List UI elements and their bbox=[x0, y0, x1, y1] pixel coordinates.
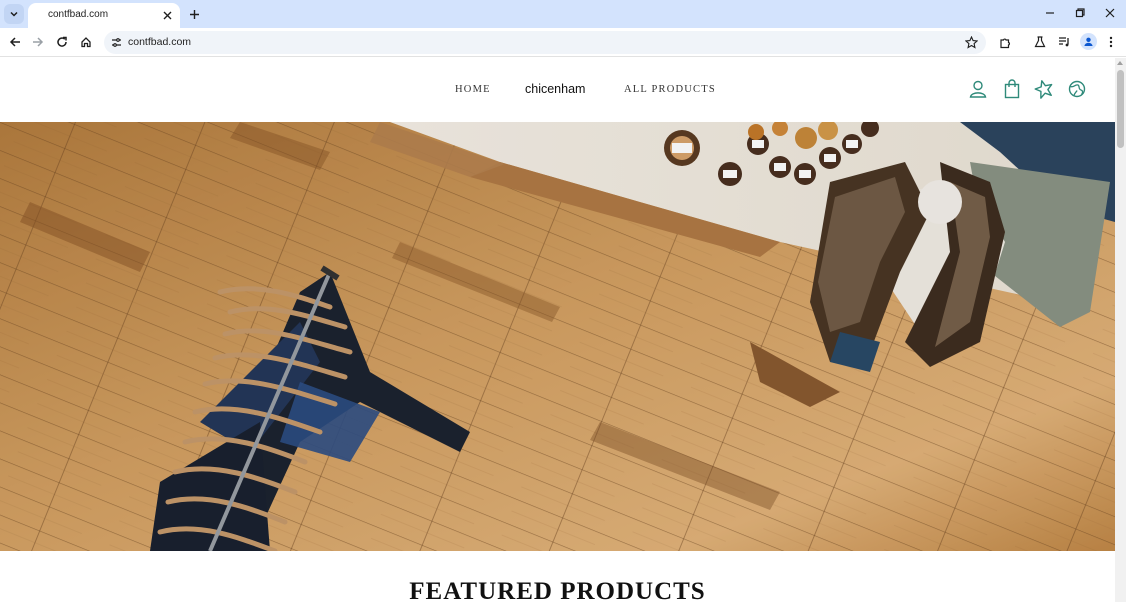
extensions-button[interactable] bbox=[994, 31, 1016, 53]
tab-search-button[interactable] bbox=[4, 4, 24, 24]
more-vertical-icon bbox=[1109, 36, 1113, 48]
tab-title: contfbad.com bbox=[48, 9, 109, 20]
browser-tab-strip: contfbad.com bbox=[0, 0, 1126, 28]
reload-button[interactable] bbox=[51, 31, 73, 53]
star-icon[interactable] bbox=[1033, 78, 1055, 100]
scrollbar-thumb[interactable] bbox=[1117, 70, 1124, 148]
nav-all-products-link[interactable]: ALL PRODUCTS bbox=[624, 84, 716, 95]
forward-button[interactable] bbox=[27, 31, 49, 53]
new-tab-button[interactable] bbox=[185, 5, 203, 23]
minimize-button[interactable] bbox=[1038, 4, 1062, 22]
browser-tab-active[interactable]: contfbad.com bbox=[28, 3, 180, 28]
person-icon bbox=[1084, 37, 1093, 46]
arrow-left-icon bbox=[9, 37, 20, 47]
media-controls-button[interactable] bbox=[1053, 31, 1075, 53]
reload-icon bbox=[57, 36, 67, 47]
browser-toolbar: contfbad.com bbox=[0, 28, 1126, 57]
close-icon bbox=[1105, 8, 1115, 18]
close-icon bbox=[163, 11, 171, 19]
minimize-icon bbox=[1046, 12, 1054, 14]
bookmark-star-icon[interactable] bbox=[963, 34, 980, 51]
restore-button[interactable] bbox=[1068, 4, 1092, 22]
page-viewport: HOME chicenham ALL PRODUCTS FEATURED PRO… bbox=[0, 58, 1115, 602]
flask-icon bbox=[1034, 36, 1046, 48]
tab-close-button[interactable] bbox=[160, 8, 174, 22]
back-button[interactable] bbox=[4, 31, 26, 53]
playlist-icon bbox=[1058, 37, 1069, 47]
brand-logo[interactable]: chicenham bbox=[525, 82, 585, 96]
clothing-store-photo bbox=[0, 122, 1115, 551]
close-window-button[interactable] bbox=[1098, 4, 1122, 22]
shopping-bag-icon[interactable] bbox=[1001, 78, 1023, 100]
profile-avatar[interactable] bbox=[1080, 33, 1097, 50]
plus-icon bbox=[189, 9, 199, 19]
restore-icon bbox=[1075, 8, 1085, 18]
puzzle-icon bbox=[999, 37, 1010, 48]
user-icon[interactable] bbox=[967, 78, 989, 100]
address-bar[interactable]: contfbad.com bbox=[104, 31, 986, 54]
menu-button[interactable] bbox=[1100, 31, 1122, 53]
address-url[interactable]: contfbad.com bbox=[128, 36, 191, 48]
site-header: HOME chicenham ALL PRODUCTS bbox=[0, 58, 1115, 122]
home-button[interactable] bbox=[75, 31, 97, 53]
labs-button[interactable] bbox=[1029, 31, 1051, 53]
globe-icon[interactable] bbox=[1066, 78, 1088, 100]
nav-home-link[interactable]: HOME bbox=[455, 84, 491, 95]
page-scrollbar[interactable] bbox=[1115, 58, 1126, 602]
home-icon bbox=[81, 37, 91, 48]
hero-banner-image bbox=[0, 122, 1115, 551]
scroll-up-arrow-icon[interactable] bbox=[1117, 61, 1123, 65]
featured-products-heading: FEATURED PRODUCTS bbox=[409, 578, 706, 602]
chevron-down-icon bbox=[10, 11, 18, 17]
site-info-icon[interactable] bbox=[109, 35, 124, 50]
arrow-right-icon bbox=[33, 37, 44, 47]
